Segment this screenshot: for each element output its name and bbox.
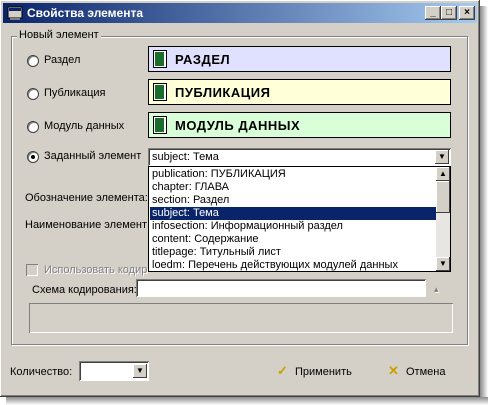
list-item-selected[interactable]: subject: Тема — [150, 207, 440, 220]
radio-section[interactable] — [27, 55, 39, 67]
cancel-button[interactable]: ✕ Отмена — [388, 360, 445, 382]
radio-custom-element-label[interactable]: Заданный элемент — [44, 150, 141, 162]
list-item[interactable]: section: Раздел — [150, 194, 440, 207]
window-title: Свойства элемента — [27, 6, 144, 20]
scrollbar-thumb[interactable] — [436, 181, 450, 213]
document-icon — [153, 50, 167, 68]
scheme-arrow-icon: ▴ — [434, 284, 439, 294]
apply-button[interactable]: ✓ Применить — [277, 360, 352, 382]
document-icon — [153, 83, 167, 101]
quantity-label: Количество: — [10, 366, 73, 378]
element-type-combo[interactable]: subject: Тема ▼ — [148, 148, 451, 166]
cancel-icon: ✕ — [388, 363, 399, 378]
publication-type-box[interactable]: ПУБЛИКАЦИЯ — [148, 79, 451, 105]
use-coding-label: Использовать кодир — [44, 264, 148, 276]
maximize-button[interactable]: □ — [441, 6, 457, 20]
element-type-dropdown[interactable]: publication: ПУБЛИКАЦИЯ chapter: ГЛАВА s… — [148, 166, 451, 272]
close-button[interactable]: × — [459, 6, 475, 20]
radio-publication-label[interactable]: Публикация — [44, 87, 105, 99]
scroll-down-icon[interactable]: ▼ — [436, 257, 450, 271]
dialog-window: Свойства элемента _ □ × Новый элемент Ра… — [0, 0, 480, 397]
list-item[interactable]: titlepage: Титульный лист — [150, 246, 440, 259]
minimize-button[interactable]: _ — [425, 6, 441, 20]
title-bar[interactable]: Свойства элемента _ □ × — [3, 3, 477, 23]
scroll-up-icon[interactable]: ▲ — [436, 167, 450, 181]
use-coding-checkbox[interactable] — [26, 264, 38, 276]
chevron-down-icon[interactable]: ▼ — [435, 150, 449, 164]
coding-scheme-label: Схема кодирования: — [32, 284, 137, 296]
info-panel — [29, 303, 453, 333]
section-box-text: РАЗДЕЛ — [175, 52, 231, 67]
apply-button-label: Применить — [295, 366, 352, 378]
coding-scheme-input[interactable] — [136, 279, 426, 297]
window-shadow-bottom — [6, 397, 488, 405]
section-type-box[interactable]: РАЗДЕЛ — [148, 46, 451, 72]
publication-box-text: ПУБЛИКАЦИЯ — [175, 85, 271, 100]
radio-publication[interactable] — [27, 88, 39, 100]
name-label: Наименование элемент — [25, 219, 148, 231]
document-icon — [153, 116, 167, 134]
cancel-button-label: Отмена — [406, 366, 446, 378]
list-item[interactable]: infosection: Информационный раздел — [150, 220, 440, 233]
data-module-box-text: МОДУЛЬ ДАННЫХ — [175, 118, 301, 133]
quantity-combo[interactable]: ▼ — [79, 361, 149, 381]
list-item[interactable]: chapter: ГЛАВА — [150, 181, 440, 194]
group-label: Новый элемент — [17, 29, 101, 41]
radio-data-module[interactable] — [27, 121, 39, 133]
combo-value: subject: Тема — [152, 151, 219, 163]
radio-custom-element[interactable] — [27, 151, 39, 163]
dropdown-scrollbar[interactable]: ▲ ▼ — [436, 167, 450, 271]
list-item[interactable]: publication: ПУБЛИКАЦИЯ — [150, 168, 440, 181]
list-item[interactable]: content: Содержание — [150, 233, 440, 246]
chevron-down-icon[interactable]: ▼ — [133, 364, 147, 378]
radio-data-module-label[interactable]: Модуль данных — [44, 120, 124, 132]
data-module-type-box[interactable]: МОДУЛЬ ДАННЫХ — [148, 112, 451, 138]
list-item[interactable]: loedm: Перечень действующих модулей данн… — [150, 259, 440, 272]
checkmark-icon: ✓ — [277, 363, 288, 378]
radio-section-label[interactable]: Раздел — [44, 54, 80, 66]
designation-label: Обозначение элемента: — [25, 192, 148, 204]
app-icon — [7, 6, 23, 20]
window-shadow-right — [480, 6, 488, 405]
